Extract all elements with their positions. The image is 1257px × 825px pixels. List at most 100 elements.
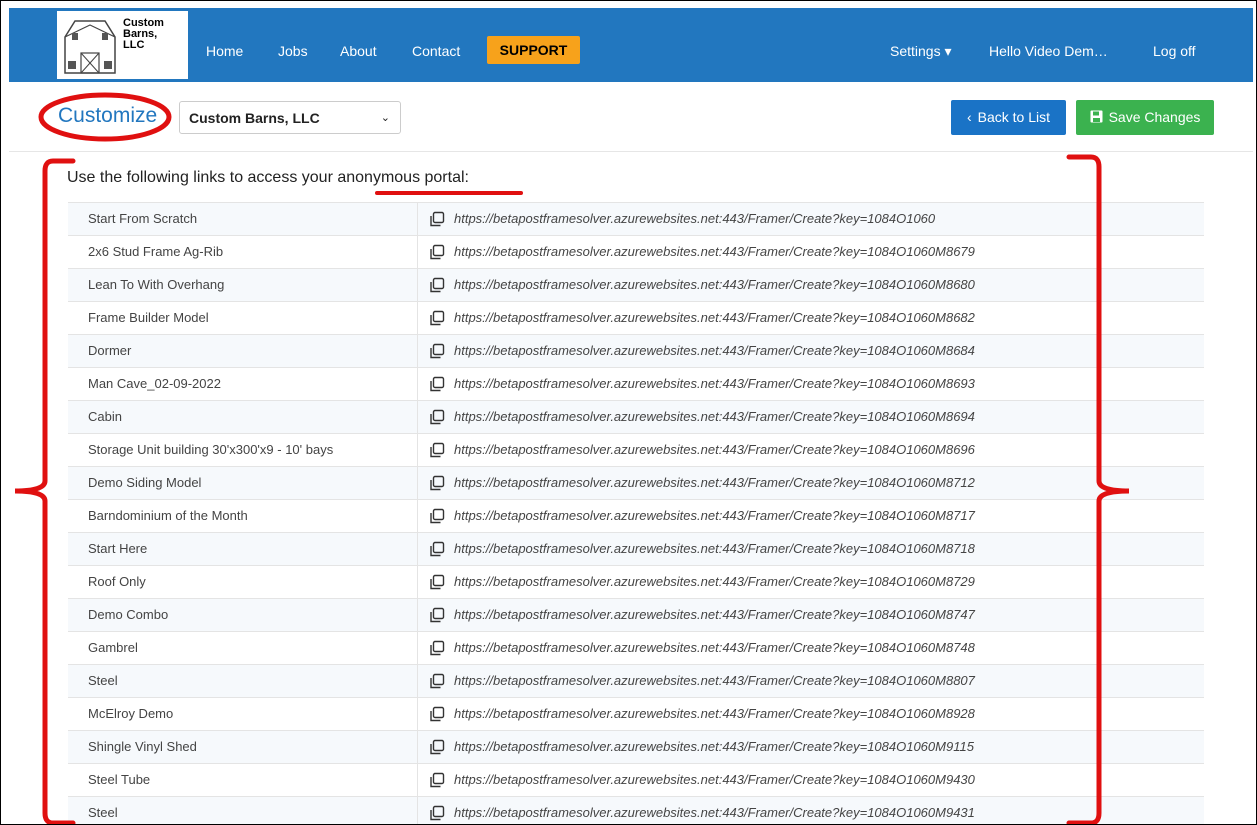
column-divider — [417, 302, 418, 335]
portal-link[interactable]: https://betapostframesolver.azurewebsite… — [454, 541, 975, 556]
nav-about[interactable]: About — [340, 43, 377, 59]
intro-highlight: anonymous portal — [337, 169, 465, 186]
portal-link[interactable]: https://betapostframesolver.azurewebsite… — [454, 772, 975, 787]
table-row: 2x6 Stud Frame Ag-Rib https://betapostfra… — [68, 235, 1204, 269]
copy-icon[interactable] — [429, 409, 445, 425]
company-select[interactable]: Custom Barns, LLC ⌄ — [179, 101, 401, 134]
model-name-cell: Start From Scratch — [88, 211, 198, 226]
portal-link[interactable]: https://betapostframesolver.azurewebsite… — [454, 244, 975, 259]
column-divider — [417, 698, 418, 731]
copy-icon[interactable] — [429, 673, 445, 689]
copy-icon[interactable] — [429, 244, 445, 260]
copy-icon[interactable] — [429, 541, 445, 557]
portal-link[interactable]: https://betapostframesolver.azurewebsite… — [454, 409, 975, 424]
intro-prefix: Use the following links to access your — [67, 169, 338, 186]
column-divider — [417, 632, 418, 665]
copy-icon[interactable] — [429, 277, 445, 293]
copy-icon[interactable] — [429, 310, 445, 326]
chevron-down-icon: ⌄ — [380, 112, 390, 124]
copy-icon[interactable] — [429, 607, 445, 623]
portal-link[interactable]: https://betapostframesolver.azurewebsite… — [454, 574, 975, 589]
copy-icon[interactable] — [429, 442, 445, 458]
barn-logo-icon — [64, 20, 116, 74]
portal-link[interactable]: https://betapostframesolver.azurewebsite… — [454, 343, 975, 358]
portal-link[interactable]: https://betapostframesolver.azurewebsite… — [454, 277, 975, 292]
model-name-cell: Lean To With Overhang — [88, 277, 225, 292]
copy-icon[interactable] — [429, 211, 445, 227]
column-divider — [417, 764, 418, 797]
copy-icon[interactable] — [429, 475, 445, 491]
model-name-cell: Steel — [88, 673, 118, 688]
table-row: Demo Siding Model https://betapostframeso… — [68, 466, 1204, 500]
page: Custom Barns, LLC Home Jobs About Contac… — [0, 0, 1257, 825]
annotation-underline — [375, 191, 523, 195]
model-name-cell: Cabin — [88, 409, 122, 424]
user-greeting[interactable]: Hello Video Dem… — [989, 43, 1108, 59]
copy-icon[interactable] — [429, 343, 445, 359]
column-divider — [417, 731, 418, 764]
brand-logo[interactable]: Custom Barns, LLC — [57, 11, 188, 79]
column-divider — [417, 566, 418, 599]
model-name-cell: Roof Only — [88, 574, 146, 589]
model-name-cell: Barndominium of the Month — [88, 508, 248, 523]
logo-line: LLC — [123, 39, 145, 51]
portal-link[interactable]: https://betapostframesolver.azurewebsite… — [454, 508, 975, 523]
model-name-cell: 2x6 Stud Frame Ag-Rib — [88, 244, 224, 259]
table-row: Start From Scratch https://betapostframes… — [68, 202, 1204, 236]
column-divider — [417, 533, 418, 566]
model-name-cell: Start Here — [88, 541, 148, 556]
logoff-link[interactable]: Log off — [1153, 43, 1196, 59]
table-row: McElroy Demo https://betapostframesolver.… — [68, 697, 1204, 731]
support-button[interactable]: SUPPORT — [487, 36, 580, 64]
back-to-list-button[interactable]: ‹ Back to List — [951, 100, 1066, 135]
portal-link[interactable]: https://betapostframesolver.azurewebsite… — [454, 376, 975, 391]
copy-icon[interactable] — [429, 805, 445, 821]
portal-link[interactable]: https://betapostframesolver.azurewebsite… — [454, 442, 975, 457]
portal-link[interactable]: https://betapostframesolver.azurewebsite… — [454, 310, 975, 325]
copy-icon[interactable] — [429, 772, 445, 788]
model-name-cell: Man Cave_02-09-2022 — [88, 376, 221, 391]
model-name-cell: Gambrel — [88, 640, 138, 655]
portal-link[interactable]: https://betapostframesolver.azurewebsite… — [454, 739, 974, 754]
copy-icon[interactable] — [429, 640, 445, 656]
floppy-disk-icon — [1090, 110, 1103, 123]
portal-link[interactable]: https://betapostframesolver.azurewebsite… — [454, 607, 975, 622]
column-divider — [417, 203, 418, 236]
copy-icon[interactable] — [429, 574, 445, 590]
settings-dropdown[interactable]: Settings ▾ — [890, 43, 952, 60]
copy-icon[interactable] — [429, 376, 445, 392]
column-divider — [417, 335, 418, 368]
copy-icon[interactable] — [429, 706, 445, 722]
column-divider — [417, 401, 418, 434]
nav-contact[interactable]: Contact — [412, 43, 460, 59]
portal-link[interactable]: https://betapostframesolver.azurewebsite… — [454, 673, 975, 688]
table-row: Steel https://betapostframesolver.azurewe… — [68, 664, 1204, 698]
portal-link[interactable]: https://betapostframesolver.azurewebsite… — [454, 805, 975, 820]
table-row: Man Cave_02-09-2022 https://betapostframe… — [68, 367, 1204, 401]
portal-link[interactable]: https://betapostframesolver.azurewebsite… — [454, 475, 975, 490]
table-row: Start Here https://betapostframesolver.az… — [68, 532, 1204, 566]
logo-text: Custom Barns, LLC — [123, 18, 183, 51]
column-divider — [417, 434, 418, 467]
column-divider — [417, 599, 418, 632]
nav-jobs[interactable]: Jobs — [278, 43, 308, 59]
column-divider — [417, 368, 418, 401]
column-divider — [417, 467, 418, 500]
column-divider — [417, 236, 418, 269]
copy-icon[interactable] — [429, 508, 445, 524]
model-name-cell: Dormer — [88, 343, 132, 358]
portal-link[interactable]: https://betapostframesolver.azurewebsite… — [454, 211, 935, 226]
table-row: Storage Unit building 30'x300'x9 - 10' b… — [68, 433, 1204, 467]
copy-icon[interactable] — [429, 739, 445, 755]
portal-link[interactable]: https://betapostframesolver.azurewebsite… — [454, 706, 975, 721]
table-row: Shingle Vinyl Shed https://betapostframes… — [68, 730, 1204, 764]
model-name-cell: McElroy Demo — [88, 706, 174, 721]
table-row: Dormer https://betapostframesolver.azurew… — [68, 334, 1204, 368]
column-divider — [417, 500, 418, 533]
top-navbar: Custom Barns, LLC Home Jobs About Contac… — [9, 8, 1253, 82]
table-row: Barndominium of the Month https://betapos… — [68, 499, 1204, 533]
save-changes-button[interactable]: Save Changes — [1076, 100, 1214, 135]
nav-home[interactable]: Home — [206, 43, 243, 59]
portal-link[interactable]: https://betapostframesolver.azurewebsite… — [454, 640, 975, 655]
table-row: Cabin https://betapostframesolver.azurewe… — [68, 400, 1204, 434]
